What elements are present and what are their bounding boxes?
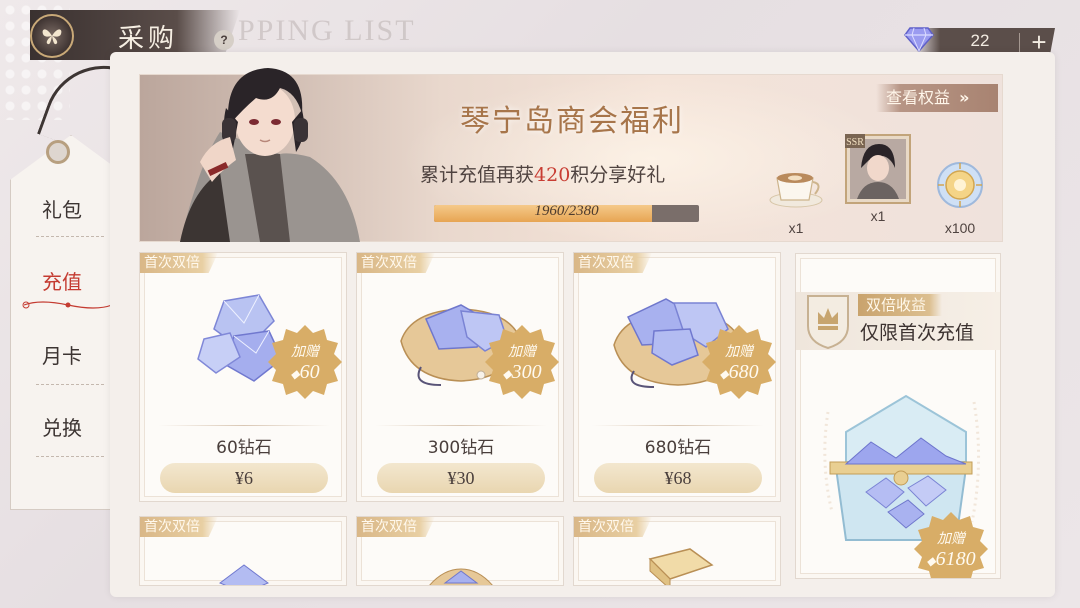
reward-ssr-card[interactable]: SSR x1	[842, 132, 914, 228]
mini-diamond-icon: ◆	[290, 366, 300, 381]
shopping-list-watermark: PPING LIST	[238, 14, 416, 47]
first-double-badge: 首次双倍	[574, 517, 652, 537]
ssr-rarity-label: SSR	[846, 137, 864, 148]
view-benefits-button[interactable]: 查看权益 »	[876, 84, 998, 112]
first-double-badge: 首次双倍	[140, 517, 218, 537]
nav-item-gift-pack[interactable]: 礼包	[22, 192, 102, 228]
active-flourish-icon	[20, 298, 116, 312]
bonus-seal: 加赠 ◆680	[700, 323, 778, 401]
first-double-badge: 首次双倍	[357, 517, 435, 537]
reward-coffee[interactable]: x1	[760, 150, 832, 246]
butterfly-icon	[42, 29, 62, 45]
coffee-cup-icon	[766, 150, 826, 220]
product-name: 60钻石	[216, 438, 272, 458]
promo-bonus-seal: 加赠 ◆6180	[912, 510, 990, 578]
bonus-value: ◆300	[502, 360, 542, 383]
bonus-value: ◆680	[719, 360, 759, 383]
back-button[interactable]	[30, 14, 74, 58]
card-divider	[375, 425, 547, 426]
price-button[interactable]: ¥30	[377, 463, 545, 493]
product-card-300[interactable]: 首次双倍 加赠 ◆300 300钻石 ¥30	[356, 252, 564, 502]
crown-crest-icon	[807, 295, 849, 350]
bonus-seal: 加赠 ◆300	[483, 323, 561, 401]
reward-count: x100	[944, 220, 976, 236]
nav-item-recharge[interactable]: 充值	[22, 264, 102, 300]
nav-divider	[36, 384, 104, 385]
product-card-60[interactable]: 首次双倍 加赠 ◆60 60钻石 ¥6	[139, 252, 347, 502]
nav-divider	[36, 236, 104, 237]
nav-divider	[36, 456, 104, 457]
view-benefits-label: 查看权益	[886, 88, 951, 107]
first-double-badge: 首次双倍	[574, 253, 652, 273]
currency-divider	[1019, 33, 1020, 53]
double-bonus-promo[interactable]: 双倍收益 仅限首次充值 加赠 ◆6180	[795, 253, 1001, 579]
help-icon[interactable]: ?	[214, 30, 234, 50]
bonus-label: 加赠	[937, 530, 965, 547]
product-card-row2-2[interactable]: 首次双倍	[356, 516, 564, 586]
card-divider	[592, 425, 764, 426]
mini-diamond-icon: ◆	[926, 553, 936, 568]
diamond-pile-icon	[219, 564, 269, 585]
sun-token-icon	[930, 150, 990, 220]
price-button[interactable]: ¥68	[594, 463, 762, 493]
bonus-label: 加赠	[291, 343, 319, 360]
card-divider	[158, 425, 330, 426]
diamond-pile-icon	[429, 568, 493, 585]
bonus-seal: 加赠 ◆60	[266, 323, 344, 401]
product-name: 680钻石	[644, 438, 712, 458]
first-double-badge: 首次双倍	[140, 253, 218, 273]
product-card-row2-3[interactable]: 首次双倍	[573, 516, 781, 586]
ssr-card-icon: SSR	[843, 132, 913, 206]
nav-item-monthly-card[interactable]: 月卡	[22, 338, 102, 374]
subtitle-points: 420	[534, 164, 571, 186]
character-portrait	[180, 68, 360, 242]
product-card-row2-1[interactable]: 首次双倍	[139, 516, 347, 586]
treasure-box-icon	[648, 548, 714, 585]
bonus-label: 加赠	[508, 343, 536, 360]
bonus-label: 加赠	[725, 343, 753, 360]
mini-diamond-icon: ◆	[719, 366, 729, 381]
progress-text: 1960/2380	[534, 203, 599, 219]
double-bonus-tag: 双倍收益	[858, 294, 943, 316]
mini-diamond-icon: ◆	[502, 366, 512, 381]
bonus-value: ◆60	[290, 360, 320, 383]
nav-item-exchange[interactable]: 兑换	[22, 410, 102, 446]
subtitle-prefix: 累计充值再获	[420, 164, 535, 186]
double-chevron-icon: »	[959, 88, 970, 107]
banner-subtitle: 累计充值再获420积分享好礼	[420, 160, 740, 190]
reward-count: x1	[870, 208, 886, 224]
product-name: 300钻石	[427, 438, 495, 458]
tag-hole	[46, 140, 70, 164]
bonus-value: ◆6180	[926, 547, 976, 570]
page-title: 采购	[118, 24, 179, 54]
promo-title: 仅限首次充值	[860, 322, 975, 344]
subtitle-suffix: 积分享好礼	[570, 164, 666, 186]
first-double-badge: 首次双倍	[357, 253, 435, 273]
banner-title: 琴宁岛商会福利	[460, 104, 684, 139]
product-card-680[interactable]: 首次双倍 加赠 ◆680 680钻石 ¥68	[573, 252, 781, 502]
reward-sun-token[interactable]: x100	[924, 150, 996, 246]
reward-count: x1	[788, 220, 804, 236]
price-button[interactable]: ¥6	[160, 463, 328, 493]
